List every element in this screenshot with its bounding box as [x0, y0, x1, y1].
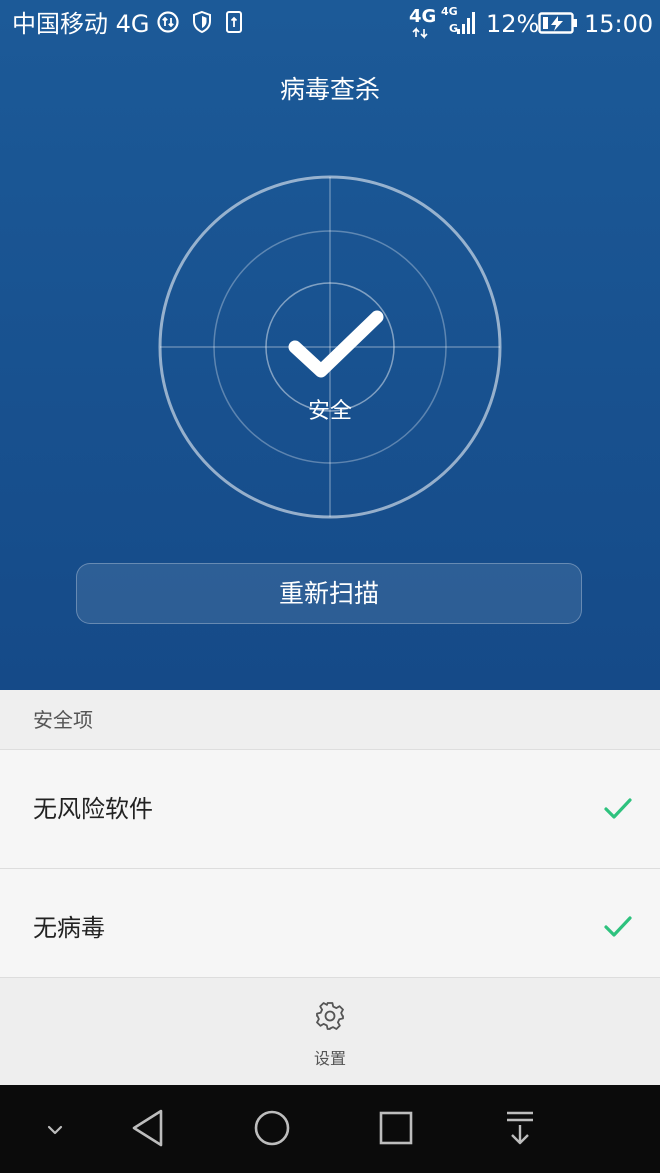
- battery-charging-icon: [538, 12, 577, 34]
- rescan-button[interactable]: 重新扫描: [76, 563, 582, 624]
- bottom-toolbar: 设置: [0, 978, 660, 1085]
- sim-card-icon: [226, 11, 242, 33]
- clock-time: 15:00: [584, 10, 654, 38]
- list-item-no-virus[interactable]: 无病毒: [0, 869, 660, 978]
- shield-icon: [193, 10, 211, 34]
- list-item-label: 无风险软件: [33, 795, 153, 823]
- chevron-down-icon[interactable]: [40, 1115, 70, 1145]
- gear-icon: [316, 1002, 344, 1030]
- data-transfer-icon: [157, 11, 179, 33]
- battery-percentage: 12%: [486, 10, 540, 38]
- list-item-label: 无病毒: [33, 914, 105, 942]
- settings-label: 设置: [313, 1049, 346, 1068]
- check-icon: [604, 916, 632, 937]
- system-nav-bar: [0, 1085, 660, 1173]
- section-header: 安全项: [0, 690, 660, 750]
- data-arrows-icon: [412, 27, 428, 39]
- home-icon[interactable]: [252, 1105, 292, 1151]
- scan-status-label: 安全: [307, 399, 352, 424]
- notification-pull-icon[interactable]: [500, 1105, 540, 1151]
- hero-panel: 中国移动 4G 4G 4G G 12% 15:00 病毒查杀 安全 重新扫描: [0, 0, 660, 690]
- scan-radar-graphic: [158, 175, 502, 519]
- safe-check-icon: [288, 310, 384, 378]
- section-title: 安全项: [33, 708, 93, 732]
- network-type-label: 4G: [409, 6, 437, 27]
- settings-button[interactable]: 设置: [280, 1000, 380, 1076]
- back-icon[interactable]: [128, 1105, 168, 1151]
- list-item-no-risk-apps[interactable]: 无风险软件: [0, 750, 660, 869]
- check-icon: [604, 798, 632, 819]
- carrier-text: 中国移动 4G: [12, 10, 150, 38]
- recent-apps-icon[interactable]: [376, 1105, 416, 1151]
- signal-bars-icon: [457, 12, 475, 34]
- status-bar: 中国移动 4G 4G 4G G 12% 15:00: [0, 0, 660, 48]
- page-title: 病毒查杀: [279, 75, 380, 104]
